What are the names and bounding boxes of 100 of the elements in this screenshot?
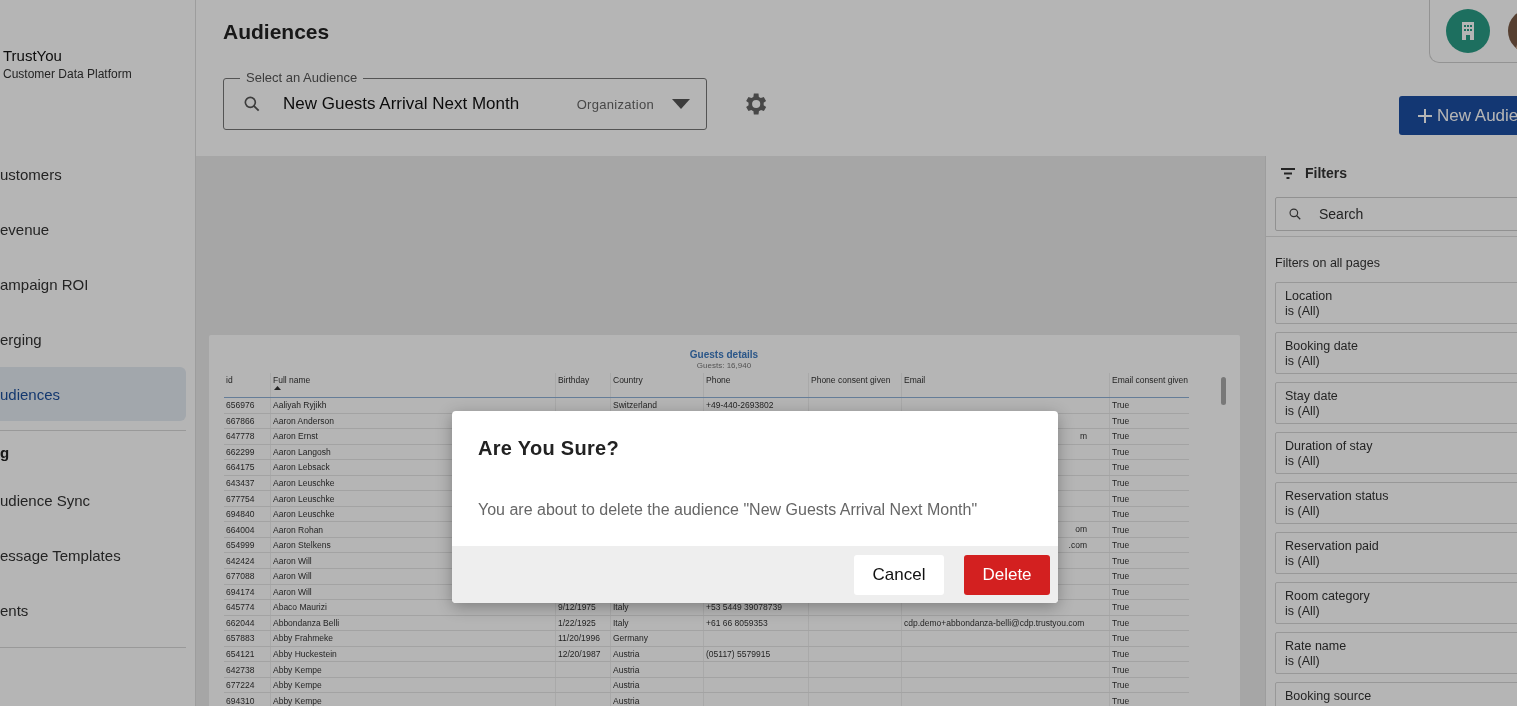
table-cell: Abby Kempe [273,695,322,706]
table-cell: Italy [613,602,629,613]
table-cell: True [1112,540,1130,551]
filter-value: is (All) [1285,304,1321,318]
table-cell: True [1112,415,1130,426]
table-cell: 642738 [226,664,255,675]
table-cell: om [1075,524,1087,535]
column-header[interactable]: Phone [703,373,809,398]
column-header[interactable]: Email [901,373,1110,398]
filters-title: Filters [1305,165,1347,181]
table-cell: Aaron Anderson [273,415,334,426]
sidebar-item[interactable]: ents [0,583,186,638]
table-cell: 9/12/1975 [558,602,596,613]
filter-card[interactable]: Reservation paid is (All) [1275,532,1517,574]
column-header[interactable]: Birthday [555,373,611,398]
filter-name: Booking date [1285,339,1359,353]
scrollbar[interactable] [1221,377,1226,405]
sidebar-item[interactable]: udiences [0,367,186,421]
filter-card[interactable]: Booking date is (All) [1275,332,1517,374]
filter-card[interactable]: Location is (All) [1275,282,1517,324]
table-cell: Aaron Will [273,586,312,597]
table-cell: True [1112,509,1130,520]
filter-name: Rate name [1285,639,1348,653]
filter-card[interactable]: Reservation status is (All) [1275,482,1517,524]
brand-subtitle: Customer Data Platform [3,67,133,81]
new-audience-button[interactable]: New Audie [1399,96,1517,135]
filter-card[interactable]: Duration of stay is (All) [1275,432,1517,474]
caret-icon [672,99,690,109]
table-cell: 667866 [226,415,255,426]
table-cell: Austria [613,664,640,675]
table-cell: 645774 [226,602,255,613]
table-cell: True [1112,602,1130,613]
table-cell: Abaco Maurizi [273,602,327,613]
column-header[interactable]: Country [610,373,704,398]
table-cell: 694840 [226,509,255,520]
table-cell: True [1112,431,1130,442]
delete-button[interactable]: Delete [964,554,1050,595]
table-cell: Aaron Lebsack [273,462,330,473]
sidebar-item[interactable]: erging [0,312,186,367]
filter-value: is (All) [1285,454,1321,468]
table-cell: Abby Kempe [273,680,322,691]
search-field[interactable]: Search [1275,197,1517,231]
filter-name: Stay date [1285,389,1339,403]
table-cell: Aaron Leuschke [273,509,335,520]
search-icon [1288,207,1302,221]
filter-card[interactable]: Rate name is (All) [1275,632,1517,674]
table-cell: True [1112,586,1130,597]
table-cell: 11/20/1996 [558,633,600,644]
table-cell: +61 66 8059353 [706,617,768,628]
table-cell: Aaron Stelkens [273,540,331,551]
search-icon [242,94,262,114]
column-header[interactable]: Full name [270,373,556,398]
table-cell: Italy [613,617,629,628]
sidebar-item[interactable]: ustomers [0,147,186,202]
filter-card[interactable]: Stay date is (All) [1275,382,1517,424]
table-cell: Aaron Leuschke [273,493,335,504]
table-subtitle: Guests: 16,940 [695,361,753,370]
table-cell: (05117) 5579915 [706,649,771,659]
sidebar-item[interactable]: essage Templates [0,528,186,583]
filter-card[interactable]: Booking source [1275,682,1517,706]
plus-icon [1417,107,1433,124]
filter-card[interactable]: Room category is (All) [1275,582,1517,624]
table-cell: 12/20/1987 [558,649,601,659]
table-cell: 642424 [226,555,255,566]
table-cell: 662044 [226,617,255,628]
filter-icon [1281,167,1295,179]
table-cell: True [1112,400,1130,411]
section-label: Filters on all pages [1266,236,1517,282]
table-cell: 664175 [226,462,255,473]
brand-name: TrustYou [3,47,63,64]
table-cell: 664004 [226,524,255,535]
table-cell: Switzerland [613,400,657,411]
column-header[interactable]: Phone consent given [808,373,902,398]
table-cell: Aaron Will [273,555,312,566]
table-cell: .com [1068,539,1087,550]
table-cell: +53 5449 39078739 [706,602,782,613]
table-cell: Aaron Leuschke [273,478,335,488]
table-cell: 647778 [226,431,255,442]
building-icon[interactable] [1446,9,1490,53]
filter-value: is (All) [1285,654,1321,668]
table-cell: 662299 [226,446,255,457]
cancel-button[interactable]: Cancel [854,554,944,595]
filter-name: Reservation paid [1285,539,1380,553]
sidebar-item[interactable]: evenue [0,202,186,257]
filter-value: is (All) [1285,404,1321,418]
filter-name: Room category [1285,589,1371,603]
column-header[interactable]: Email consent given [1109,373,1189,398]
column-header[interactable]: id [224,373,271,398]
table-title: Guests details [688,349,760,360]
table-cell: True [1112,524,1130,535]
table-cell: Austria [613,649,640,659]
filter-name: Location [1285,289,1334,303]
table-cell: 656976 [226,400,255,411]
filter-value: is (All) [1285,604,1321,618]
table-cell: True [1112,462,1130,473]
sidebar-item[interactable]: ampaign ROI [0,257,186,312]
sidebar-item[interactable]: udience Sync [0,473,186,528]
table-cell: 643437 [226,478,255,488]
table-cell: 694174 [226,586,255,597]
table-cell: True [1112,478,1130,488]
